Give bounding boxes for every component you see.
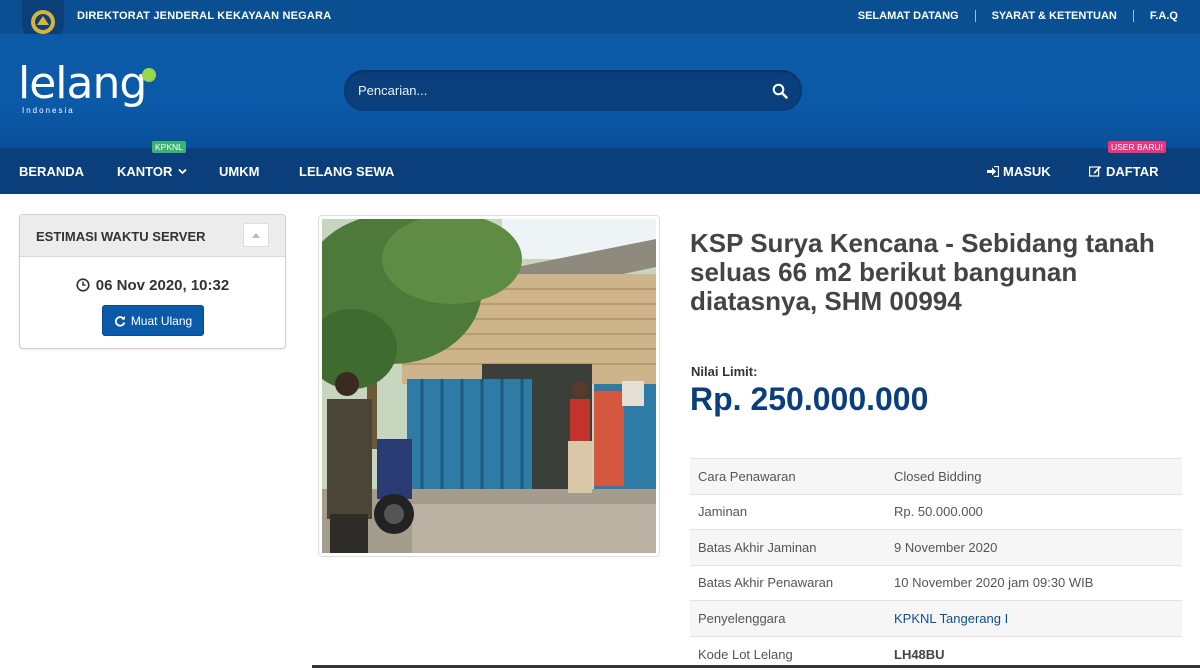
sign-in-icon [987,165,1000,178]
refresh-icon [114,315,125,327]
divider [974,10,976,22]
search-icon[interactable] [772,83,788,99]
login-button[interactable]: MASUK [987,164,1051,179]
server-time: 06 Nov 2020, 10:32 [20,277,285,294]
detail-value: 9 November 2020 [886,529,1182,565]
nav-lelang-sewa[interactable]: LELANG SEWA [299,164,394,179]
table-row: Batas Akhir Jaminan 9 November 2020 [690,529,1182,565]
limit-value: Rp. 250.000.000 [690,381,929,417]
organizer-cell: KPKNL Tangerang I [886,600,1182,636]
edit-icon [1089,166,1102,177]
detail-label: Jaminan [690,493,886,530]
chevron-down-icon [178,168,187,175]
divider [1132,10,1134,22]
new-user-badge: USER BARU! [1108,141,1166,153]
nav-kantor[interactable]: KANTOR [117,164,187,179]
search-input[interactable] [358,70,758,111]
register-button[interactable]: DAFTAR [1089,164,1158,179]
table-row: Batas Akhir Penawaran 10 November 2020 j… [690,564,1182,601]
top-bar: DIREKTORAT JENDERAL KEKAYAAN NEGARA SELA… [0,0,1200,44]
caret-up-icon [252,232,260,238]
limit-label: Nilai Limit: [691,364,758,379]
table-row: Jaminan Rp. 50.000.000 [690,493,1182,530]
org-name: DIREKTORAT JENDERAL KEKAYAAN NEGARA [77,10,332,22]
nav-umkm[interactable]: UMKM [219,164,259,179]
logo-text: lelang [18,58,147,109]
clock-icon [76,278,90,292]
lelang-logo[interactable]: lelang Indonesia [18,62,168,124]
lot-details-table: Cara Penawaran Closed Bidding Jaminan Rp… [690,458,1182,671]
kpknl-badge: KPKNL [152,141,186,153]
divider [312,665,1200,668]
detail-value: Rp. 50.000.000 [886,493,1182,530]
nav-kantor-label: KANTOR [117,164,173,179]
server-time-panel: ESTIMASI WAKTU SERVER 06 Nov 2020, 10:32… [19,214,286,349]
search-bar [344,70,802,111]
table-row: Cara Penawaran Closed Bidding [690,458,1182,494]
register-label: DAFTAR [1106,164,1159,179]
detail-label: Penyelenggara [690,600,886,636]
welcome-link[interactable]: SELAMAT DATANG [858,10,959,22]
top-links: SELAMAT DATANG SYARAT & KETENTUAN F.A.Q [858,10,1178,22]
nav-beranda[interactable]: BERANDA [19,164,84,179]
reload-button[interactable]: Muat Ulang [102,305,204,336]
main-nav: BERANDA KANTOR UMKM LELANG SEWA MASUK DA… [0,148,1200,194]
login-label: MASUK [1003,164,1051,179]
lot-title: KSP Surya Kencana - Sebidang tanah selua… [690,228,1155,316]
collapse-button[interactable] [243,223,269,247]
logo-subtitle: Indonesia [22,106,75,115]
lot-photo-card [318,215,660,557]
detail-value: 10 November 2020 jam 09:30 WIB [886,564,1182,601]
panel-title: ESTIMASI WAKTU SERVER [36,229,206,244]
detail-label: Batas Akhir Jaminan [690,529,886,565]
organizer-link[interactable]: KPKNL Tangerang I [894,611,1008,626]
detail-label: Batas Akhir Penawaran [690,564,886,601]
header: lelang Indonesia [0,34,1200,148]
panel-header: ESTIMASI WAKTU SERVER [20,215,285,257]
table-row: Penyelenggara KPKNL Tangerang I [690,600,1182,636]
logo-dot [142,68,156,82]
lot-photo[interactable] [322,219,656,553]
server-time-value: 06 Nov 2020, 10:32 [95,277,230,294]
reload-label: Muat Ulang [130,313,193,328]
detail-label: Cara Penawaran [690,458,886,494]
faq-link[interactable]: F.A.Q [1150,10,1178,22]
detail-value: Closed Bidding [886,458,1182,494]
terms-link[interactable]: SYARAT & KETENTUAN [992,10,1117,22]
